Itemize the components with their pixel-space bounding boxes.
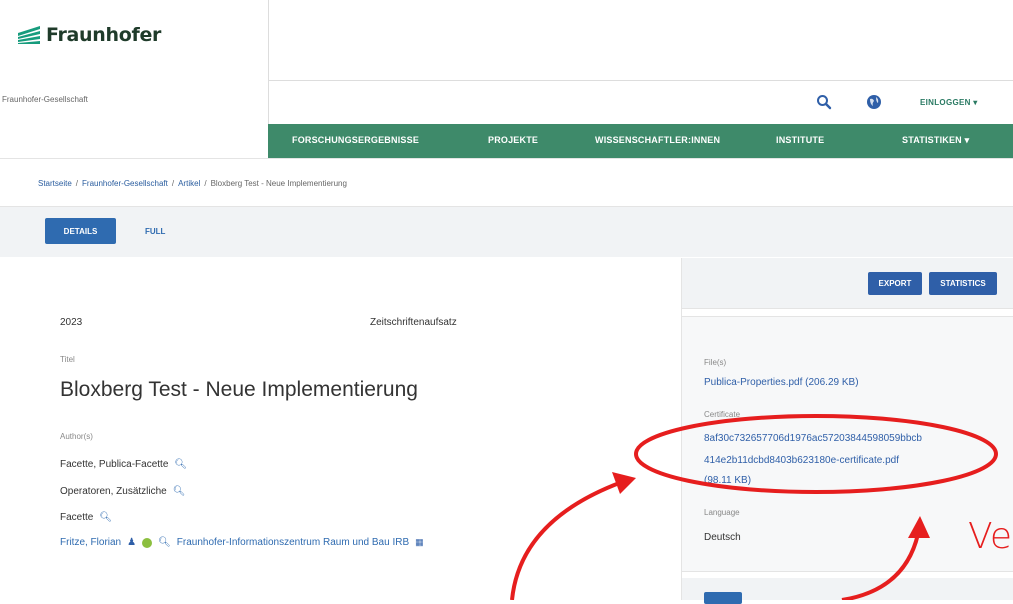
title-label: Titel: [60, 355, 75, 364]
statistics-button[interactable]: STATISTICS: [929, 272, 997, 295]
person-icon[interactable]: ♟: [127, 537, 136, 548]
fraunhofer-logo-icon: [18, 26, 40, 44]
breadcrumb-current: Bloxberg Test - Neue Implementierung: [210, 179, 347, 188]
login-menu[interactable]: EINLOGGEN ▾: [920, 90, 978, 114]
main-navigation: FORSCHUNGSERGEBNISSE PROJEKTE WISSENSCHA…: [268, 124, 1013, 158]
author-item: Facette, Publica-Facette 🔍︎: [60, 459, 187, 470]
language-value: Deutsch: [704, 532, 741, 543]
building-icon[interactable]: ▦: [415, 537, 424, 548]
author-link[interactable]: Fritze, Florian: [60, 537, 121, 548]
certificate-link[interactable]: 414e2b11dcbd8403b623180e-certificate.pdf: [704, 455, 899, 466]
breadcrumb-separator: /: [204, 179, 207, 188]
search-icon[interactable]: 🔍︎: [173, 486, 186, 497]
logo-text: Fraunhofer: [46, 24, 162, 46]
files-label: File(s): [704, 358, 727, 367]
publication-year: 2023: [60, 317, 83, 328]
nav-item-projekte[interactable]: PROJEKTE: [488, 135, 538, 145]
tab-details[interactable]: DETAILS: [45, 218, 116, 244]
annotation-arrow: [510, 480, 623, 600]
breadcrumb: Startseite / Fraunhofer-Gesellschaft / A…: [38, 179, 347, 188]
breadcrumb-separator: /: [171, 179, 175, 188]
header-bottom-border: [0, 158, 1013, 159]
search-icon[interactable]: 🔍︎: [158, 537, 171, 548]
nav-item-statistiken[interactable]: STATISTIKEN ▾: [902, 135, 969, 146]
author-item: Fritze, Florian ♟ 🔍︎ Fraunhofer-Informat…: [60, 537, 424, 548]
breadcrumb-artikel[interactable]: Artikel: [178, 179, 200, 188]
certificate-size[interactable]: (98.11 KB): [704, 475, 751, 486]
search-icon[interactable]: [816, 90, 832, 114]
author-name: Facette: [60, 512, 94, 523]
breadcrumb-separator: /: [75, 179, 79, 188]
organization-name: Fraunhofer-Gesellschaft: [2, 95, 88, 104]
nav-item-wissenschaftler[interactable]: WISSENSCHAFTLER:INNEN: [595, 135, 720, 145]
globe-icon[interactable]: [866, 90, 882, 114]
search-icon[interactable]: 🔍︎: [174, 459, 187, 470]
sidebar-small-button[interactable]: [704, 592, 742, 604]
breadcrumb-fraunhofer[interactable]: Fraunhofer-Gesellschaft: [82, 179, 168, 188]
search-icon[interactable]: 🔍︎: [99, 512, 112, 523]
file-link[interactable]: Publica-Properties.pdf (206.29 KB): [704, 377, 859, 388]
breadcrumb-startseite[interactable]: Startseite: [38, 179, 72, 188]
tab-full[interactable]: FULL: [145, 227, 165, 236]
authors-label: Author(s): [60, 432, 93, 441]
certificate-label: Certificate: [704, 410, 741, 419]
annotation-arrowhead: [612, 472, 636, 494]
author-item: Operatoren, Zusätzliche 🔍︎: [60, 486, 185, 497]
certificate-link[interactable]: 8af30c732657706d1976ac57203844598059bbcb: [704, 433, 922, 444]
export-button[interactable]: EXPORT: [868, 272, 922, 295]
author-organization-link[interactable]: Fraunhofer-Informationszentrum Raum und …: [177, 537, 409, 548]
nav-item-institute[interactable]: INSTITUTE: [776, 135, 824, 145]
nav-item-forschungsergebnisse[interactable]: FORSCHUNGSERGEBNISSE: [292, 135, 419, 145]
orcid-icon[interactable]: [142, 537, 153, 548]
author-name: Facette, Publica-Facette: [60, 459, 169, 470]
header-divider-horizontal: [268, 80, 1013, 81]
author-name: Operatoren, Zusätzliche: [60, 486, 167, 497]
annotation-text: Ve: [968, 516, 1012, 557]
author-item: Facette 🔍︎: [60, 512, 112, 523]
page-title: Bloxberg Test - Neue Implementierung: [60, 378, 418, 401]
language-label: Language: [704, 508, 740, 517]
fraunhofer-logo[interactable]: Fraunhofer: [18, 24, 161, 46]
publication-type: Zeitschriftenaufsatz: [370, 317, 457, 328]
